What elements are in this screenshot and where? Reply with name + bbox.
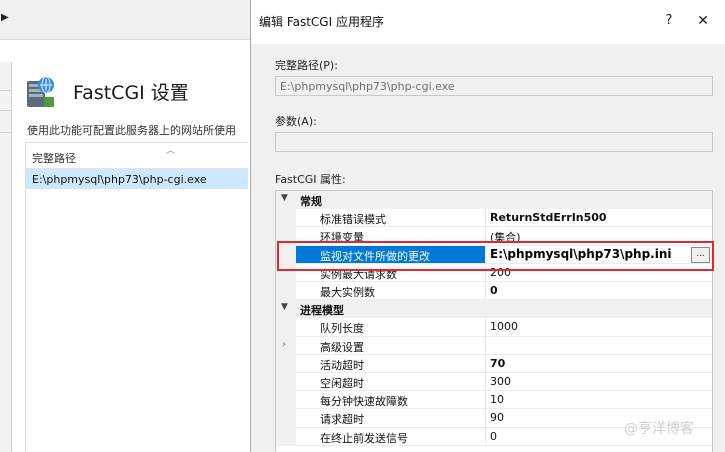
full-path-field[interactable]: E:\phpmysql\php73\php-cgi.exe — [275, 76, 713, 96]
property-value: 0 — [490, 429, 497, 443]
property-row[interactable]: 活动超时 70 — [276, 354, 712, 373]
column-header-full-path: 完整路径 — [32, 152, 76, 165]
property-name: 活动超时 — [320, 358, 364, 372]
property-name: 空闲超时 — [320, 377, 364, 390]
property-name: 每分钟快速故障数 — [320, 395, 408, 409]
sort-chevron-icon: ︿ — [166, 146, 176, 156]
connections-pane-edge — [0, 62, 12, 452]
arguments-label: 参数(A): — [275, 115, 317, 128]
property-value: ReturnStdErrIn500 — [490, 211, 607, 225]
property-name: 队列长度 — [320, 322, 364, 336]
property-row[interactable]: 每分钟快速故障数 10 — [276, 391, 712, 410]
category-process-model[interactable]: ▼ 进程模型 — [276, 300, 712, 319]
property-value: 90 — [490, 411, 504, 425]
expand-chevron-icon[interactable]: › — [282, 339, 286, 350]
annotation-highlight-box — [277, 241, 714, 271]
full-path-label: 完整路径(P): — [275, 59, 338, 72]
watermark: @亨洋博客 — [624, 421, 694, 437]
list-item-label: E:\phpmysql\php73\php-cgi.exe — [32, 173, 207, 186]
category-general[interactable]: ▼ 常规 — [276, 191, 712, 210]
property-name: 标准错误模式 — [320, 213, 386, 227]
category-label: 常规 — [300, 195, 322, 208]
property-value: 300 — [490, 375, 511, 388]
collapse-chevron-icon[interactable]: ▼ — [281, 302, 288, 312]
fastcgi-server-icon — [27, 76, 54, 107]
dialog-titlebar: 编辑 FastCGI 应用程序 ? ✕ — [251, 0, 725, 44]
page-description: 使用此功能可配置此服务器上的网站所使用 — [27, 124, 236, 137]
property-value: 1000 — [490, 320, 518, 334]
back-arrow-icon[interactable]: ▶ — [1, 12, 9, 23]
category-label: 进程模型 — [300, 304, 344, 318]
list-item[interactable]: E:\phpmysql\php73\php-cgi.exe — [26, 169, 248, 189]
arguments-field[interactable] — [275, 132, 713, 152]
property-value: 0 — [490, 284, 498, 297]
property-row-expandable[interactable]: › 高级设置 — [276, 336, 712, 355]
property-name: 高级设置 — [320, 340, 364, 354]
property-name: 最大实例数 — [320, 286, 375, 299]
help-button[interactable]: ? — [659, 10, 679, 32]
property-name: 在终止前发送信号 — [320, 431, 408, 445]
property-row[interactable]: 队列长度 1000 — [276, 318, 712, 337]
close-button[interactable]: ✕ — [691, 10, 715, 32]
address-bar: ▶ — [0, 0, 250, 40]
property-value: 10 — [490, 393, 504, 407]
list-column-header[interactable]: 完整路径 ︿ — [26, 143, 248, 169]
edit-fastcgi-dialog: 编辑 FastCGI 应用程序 ? ✕ 完整路径(P): E:\phpmysql… — [250, 0, 725, 452]
property-grid: ▼ 常规 标准错误模式 ReturnStdErrIn500 环境变量 (集合) … — [275, 190, 713, 452]
property-row[interactable]: 最大实例数 0 — [276, 282, 712, 301]
page-title: FastCGI 设置 — [73, 82, 189, 104]
property-row[interactable]: 空闲超时 300 — [276, 373, 712, 392]
dialog-title: 编辑 FastCGI 应用程序 — [259, 15, 384, 29]
fastcgi-properties-label: FastCGI 属性: — [275, 173, 346, 186]
property-row[interactable]: 标准错误模式 ReturnStdErrIn500 — [276, 209, 712, 228]
fastcgi-application-list: 完整路径 ︿ E:\phpmysql\php73\php-cgi.exe — [25, 142, 248, 452]
property-name: 请求超时 — [320, 413, 364, 427]
property-value: 70 — [490, 356, 506, 370]
collapse-chevron-icon[interactable]: ▼ — [281, 193, 288, 203]
